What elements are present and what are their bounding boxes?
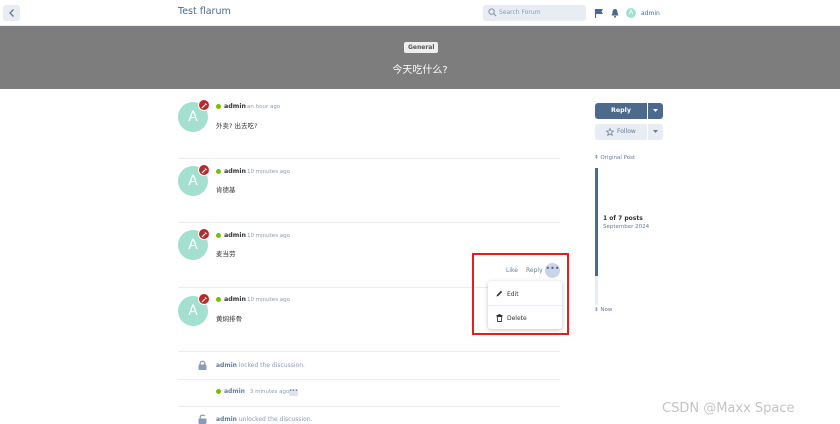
bell-icon[interactable] — [610, 8, 620, 18]
now-label: Now — [600, 307, 613, 313]
event-divider — [178, 379, 560, 380]
wrench-badge-icon — [198, 99, 210, 111]
online-indicator — [216, 233, 221, 238]
post-divider — [178, 222, 560, 223]
scrubber-now[interactable]: ⇟ Now — [594, 307, 612, 313]
post-body: 外卖? 出去吃? — [216, 122, 258, 130]
scrubber-position: 1 of 7 posts — [603, 215, 643, 222]
back-button[interactable] — [3, 5, 20, 21]
event-user[interactable]: admin — [216, 416, 237, 423]
post-time[interactable]: 10 minutes ago — [247, 233, 290, 239]
discussion-hero: General 今天吃什么? — [0, 26, 840, 89]
caret-down-icon — [653, 109, 658, 112]
post-time[interactable]: 10 minutes ago — [247, 297, 290, 303]
event-post: admin 3 minutes ago — [224, 388, 289, 395]
scrubber-handle[interactable] — [595, 168, 598, 276]
star-icon — [606, 128, 614, 136]
scrubber-original-post[interactable]: ⇞ Original Post — [594, 155, 635, 161]
post-author[interactable]: admin — [224, 232, 246, 239]
original-post-label: Original Post — [600, 155, 636, 161]
event-more-button[interactable]: ••• — [289, 389, 298, 396]
post-body: 黄焖排骨 — [216, 315, 242, 323]
chevron-left-icon — [8, 9, 14, 17]
post-author[interactable]: admin — [224, 168, 246, 175]
wrench-badge-icon — [198, 293, 210, 305]
event-user[interactable]: admin — [224, 388, 245, 395]
caret-down-icon — [653, 130, 658, 133]
online-indicator — [216, 169, 221, 174]
flag-icon[interactable] — [594, 8, 604, 18]
online-indicator — [216, 389, 221, 394]
reply-dropdown-toggle[interactable] — [648, 103, 663, 119]
top-header: Test flarum Search Forum A admin — [0, 0, 840, 26]
search-input[interactable]: Search Forum — [483, 5, 586, 21]
post-divider — [178, 351, 560, 352]
post-body: 麦当劳 — [216, 250, 236, 258]
event-locked: admin locked the discussion. — [216, 362, 305, 369]
search-icon — [488, 8, 497, 17]
reply-button[interactable]: Reply — [595, 103, 647, 119]
event-divider — [178, 406, 560, 407]
user-avatar[interactable]: A — [626, 8, 636, 18]
unlock-icon — [198, 414, 207, 424]
angle-down-icon: ⇟ — [594, 307, 599, 313]
post-author[interactable]: admin — [224, 103, 246, 110]
event-description: locked the discussion. — [238, 362, 305, 369]
username-link[interactable]: admin — [641, 10, 660, 17]
wrench-badge-icon — [198, 228, 210, 240]
post-time[interactable]: an hour ago — [247, 104, 280, 110]
online-indicator — [216, 104, 221, 109]
scrubber-date: September 2024 — [603, 224, 650, 230]
event-description: unlocked the discussion. — [238, 416, 313, 423]
post-time[interactable]: 10 minutes ago — [247, 169, 290, 175]
post-author[interactable]: admin — [224, 296, 246, 303]
event-unlocked: admin unlocked the discussion. — [216, 416, 313, 423]
site-title[interactable]: Test flarum — [178, 6, 231, 17]
highlight-box — [472, 253, 569, 335]
follow-label: Follow — [617, 128, 636, 135]
angle-up-icon: ⇞ — [594, 155, 599, 161]
discussion-title: 今天吃什么? — [392, 65, 448, 76]
post-divider — [178, 158, 560, 159]
post-body: 肯德基 — [216, 186, 236, 194]
event-user[interactable]: admin — [216, 362, 237, 369]
tag-badge[interactable]: General — [404, 42, 439, 53]
watermark-text: CSDN @Maxx Space — [662, 401, 795, 416]
event-time[interactable]: 3 minutes ago — [250, 389, 290, 395]
lock-icon — [198, 360, 207, 370]
search-placeholder: Search Forum — [499, 9, 541, 16]
follow-button[interactable]: Follow — [595, 124, 647, 140]
wrench-badge-icon — [198, 164, 210, 176]
online-indicator — [216, 297, 221, 302]
follow-dropdown-toggle[interactable] — [648, 124, 663, 140]
